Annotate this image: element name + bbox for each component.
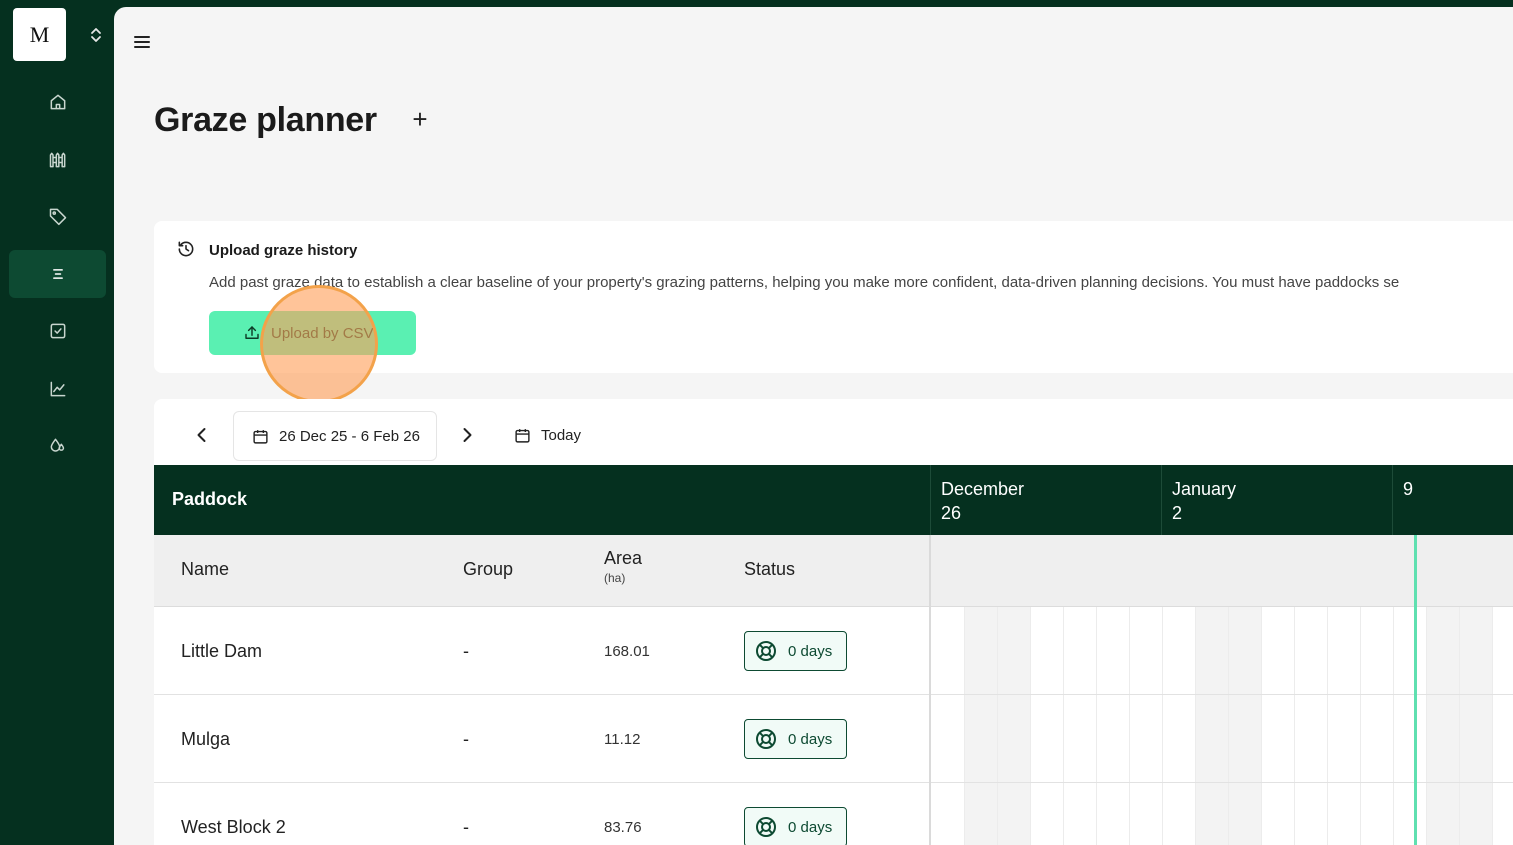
paddock-area: 11.12: [604, 730, 641, 748]
column-header-name[interactable]: Name: [181, 559, 229, 580]
sidebar-item-paddocks[interactable]: [9, 136, 106, 184]
table-row[interactable]: Mulga - 11.12 0 days: [154, 695, 1513, 783]
paddock-group: -: [463, 640, 469, 661]
table-row[interactable]: Little Dam - 168.01 0 days: [154, 607, 1513, 695]
column-headers: Name Group Area (ha) Status: [154, 535, 1513, 607]
upload-csv-label: Upload by CSV: [271, 324, 374, 342]
status-badge[interactable]: 0 days: [744, 719, 847, 759]
today-marker: [1414, 535, 1417, 845]
lifebuoy-icon: [756, 641, 776, 661]
column-header-area[interactable]: Area (ha): [604, 548, 642, 585]
status-label: 0 days: [788, 730, 833, 748]
today-label: Today: [541, 427, 582, 444]
upload-icon: [245, 326, 259, 339]
area-label: Area: [604, 548, 643, 568]
column-divider: [929, 535, 931, 607]
chart-icon: [50, 381, 65, 397]
status-label: 0 days: [788, 818, 833, 836]
chevron-right-icon: [463, 428, 472, 442]
paddock-name[interactable]: West Block 2: [181, 783, 286, 845]
fence-icon: [49, 152, 65, 168]
day-label: 2: [1172, 503, 1183, 523]
status-badge[interactable]: 0 days: [744, 631, 847, 671]
date-range-button[interactable]: 26 Dec 25 - 6 Feb 26: [233, 411, 437, 461]
column-header-group[interactable]: Group: [463, 559, 513, 580]
paddock-group: -: [463, 728, 469, 749]
timeline-week-header: January 2: [1161, 465, 1392, 535]
upload-description: Add past graze data to establish a clear…: [209, 274, 1400, 291]
paddock-area: 168.01: [604, 642, 650, 660]
timeline-week-header: 9: [1392, 465, 1513, 535]
sidebar: M: [0, 0, 114, 845]
grid-header: Paddock December 26 January 2 9: [154, 465, 1513, 535]
month-label: January: [1172, 479, 1237, 499]
paddock-area: 83.76: [604, 818, 642, 836]
page-title: Graze planner: [154, 101, 377, 139]
column-header-status[interactable]: Status: [744, 559, 795, 580]
sidebar-item-tasks[interactable]: [9, 307, 106, 355]
sidebar-item-reports[interactable]: [9, 365, 106, 413]
status-badge[interactable]: 0 days: [744, 807, 847, 845]
next-range-button[interactable]: [457, 425, 477, 445]
checkbox-icon: [50, 323, 65, 339]
add-button[interactable]: +: [408, 106, 432, 132]
upload-csv-button[interactable]: Upload by CSV: [209, 311, 416, 355]
previous-range-button[interactable]: [192, 425, 212, 445]
planner-grid: 26 Dec 25 - 6 Feb 26 Today Paddock Decem…: [154, 399, 1513, 845]
sidebar-item-tags[interactable]: [9, 192, 106, 240]
history-icon: [176, 239, 196, 259]
month-label: December: [941, 479, 1025, 499]
timeline-week-header: December 26: [930, 465, 1161, 535]
sidebar-item-graze-planner[interactable]: [9, 250, 106, 298]
menu-icon[interactable]: [132, 33, 152, 51]
upload-history-card: Upload graze history Add past graze data…: [154, 221, 1513, 403]
area-unit: (ha): [604, 571, 626, 585]
org-switcher-chevrons-icon[interactable]: [86, 24, 106, 46]
lifebuoy-icon: [756, 729, 776, 749]
upload-title: Upload graze history: [209, 242, 358, 259]
calendar-icon: [253, 429, 268, 444]
org-logo[interactable]: M: [13, 8, 66, 61]
table-row[interactable]: West Block 2 - 83.76 0 days: [154, 783, 1513, 845]
paddock-name[interactable]: Little Dam: [181, 607, 262, 695]
rain-icon: [50, 438, 64, 452]
main-content: Graze planner + Upload graze history Add…: [114, 7, 1513, 845]
date-range-label: 26 Dec 25 - 6 Feb 26: [279, 427, 420, 445]
chevron-left-icon: [197, 428, 206, 442]
paddock-group: -: [463, 816, 469, 837]
lifebuoy-icon: [756, 817, 776, 837]
day-label: 9: [1403, 479, 1414, 499]
calendar-icon: [515, 429, 530, 443]
status-label: 0 days: [788, 642, 833, 660]
home-icon: [50, 94, 65, 110]
paddock-name[interactable]: Mulga: [181, 695, 230, 783]
paddock-header: Paddock: [172, 489, 248, 509]
day-label: 26: [941, 503, 962, 523]
sidebar-item-rainfall[interactable]: [9, 422, 106, 470]
sidebar-item-home[interactable]: [9, 78, 106, 126]
planner-icon: [52, 269, 63, 279]
today-button[interactable]: Today: [514, 427, 581, 444]
tag-icon: [49, 208, 66, 226]
